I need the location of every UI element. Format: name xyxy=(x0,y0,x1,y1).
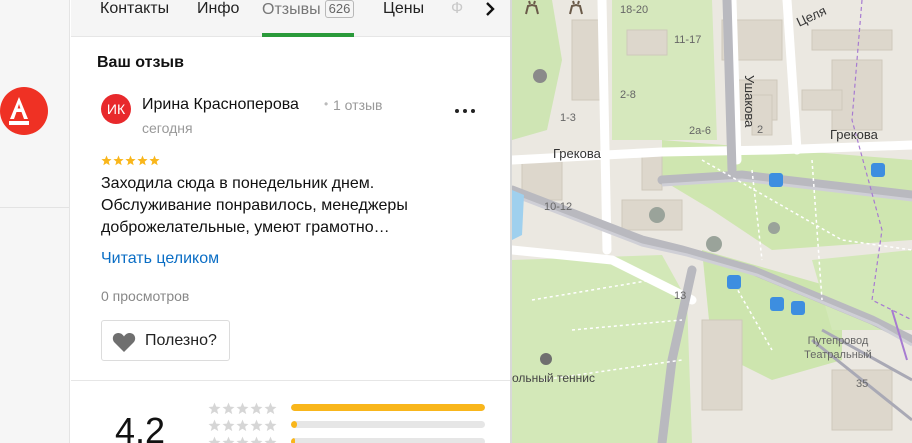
author-name[interactable]: Ирина Красноперова xyxy=(142,96,299,114)
star-icon xyxy=(125,155,136,166)
star-icon xyxy=(264,436,277,443)
map-house-number: 1-3 xyxy=(560,112,576,124)
map[interactable]: 18-20 11-17 2-8 1-3 2а-6 2 10-12 13 35 Г… xyxy=(512,0,912,443)
read-more-link[interactable]: Читать целиком xyxy=(101,250,219,268)
left-sidebar xyxy=(0,0,70,443)
author-review-count: 1 отзыв xyxy=(333,97,383,113)
tab-prices[interactable]: Цены xyxy=(383,0,424,37)
rating-bar xyxy=(291,404,485,411)
map-place-label: Путепровод Театральный xyxy=(804,335,872,361)
tab-photos[interactable]: Ф xyxy=(451,0,463,37)
star-icon xyxy=(250,436,263,443)
alfa-bank-logo[interactable] xyxy=(0,87,48,135)
rating-row xyxy=(208,402,511,415)
map-place-label: ольный теннис xyxy=(512,371,595,385)
star-icon xyxy=(264,402,277,415)
rating-bar xyxy=(291,438,485,443)
star-icon xyxy=(250,402,263,415)
star-icon xyxy=(236,402,249,415)
organization-panel: Контакты Инфо Отзывы 626 Цены Ф Ваш отзыв… xyxy=(71,0,511,443)
map-house-number: 13 xyxy=(674,290,687,302)
views-count: 0 просмотров xyxy=(101,288,190,304)
tab-contacts[interactable]: Контакты xyxy=(100,0,169,37)
star-icon xyxy=(113,155,124,166)
star-icon xyxy=(208,419,221,432)
map-street-label: Грекова xyxy=(830,127,878,142)
star-icon xyxy=(222,436,235,443)
zoo-icon[interactable] xyxy=(568,0,584,16)
star-icon xyxy=(264,419,277,432)
tabs-next-arrow-icon[interactable] xyxy=(479,0,501,22)
reviews-count-badge: 626 xyxy=(324,0,355,18)
rating-value: 4.2 xyxy=(115,410,166,443)
map-house-number: 2-8 xyxy=(620,89,636,101)
star-icon xyxy=(250,419,263,432)
star-icon xyxy=(149,155,160,166)
star-icon xyxy=(208,436,221,443)
map-house-number: 35 xyxy=(856,378,869,390)
zoo-icon[interactable] xyxy=(524,0,540,16)
more-options-icon[interactable] xyxy=(453,96,479,122)
map-house-number: 10-12 xyxy=(544,201,573,213)
review-stars xyxy=(101,153,161,166)
rating-bar xyxy=(291,421,485,428)
star-icon xyxy=(137,155,148,166)
review-date: сегодня xyxy=(142,120,193,136)
review-text: Заходила сюда в понедельник днем. Обслуж… xyxy=(101,175,408,236)
section-title: Ваш отзыв xyxy=(97,54,184,71)
map-house-number: 2а-6 xyxy=(689,125,712,137)
map-house-number: 2 xyxy=(757,124,764,136)
rating-row xyxy=(208,419,511,432)
star-icon xyxy=(222,419,235,432)
sidebar-divider xyxy=(0,207,69,208)
author-avatar[interactable]: ИК xyxy=(101,94,131,124)
map-street-label: Грекова xyxy=(553,146,601,161)
tab-bar: Контакты Инфо Отзывы 626 Цены Ф xyxy=(71,0,511,37)
useful-label: Полезно? xyxy=(145,332,217,349)
rating-bar-fill xyxy=(291,438,295,443)
section-divider xyxy=(71,380,511,381)
useful-button[interactable]: Полезно? xyxy=(101,320,230,361)
rating-row xyxy=(208,436,511,443)
star-icon xyxy=(236,419,249,432)
star-icon xyxy=(208,402,221,415)
heart-icon xyxy=(112,332,136,352)
map-street-label: Ушакова xyxy=(742,75,757,128)
map-house-number: 11-17 xyxy=(674,34,702,46)
tab-info[interactable]: Инфо xyxy=(197,0,239,37)
tab-reviews[interactable]: Отзывы 626 xyxy=(262,0,355,37)
star-icon xyxy=(222,402,235,415)
rating-bar-fill xyxy=(291,404,485,411)
star-icon xyxy=(101,155,112,166)
rating-bar-fill xyxy=(291,421,297,428)
separator-dot: • xyxy=(324,97,329,111)
star-icon xyxy=(236,436,249,443)
map-house-number: 18-20 xyxy=(620,4,649,16)
